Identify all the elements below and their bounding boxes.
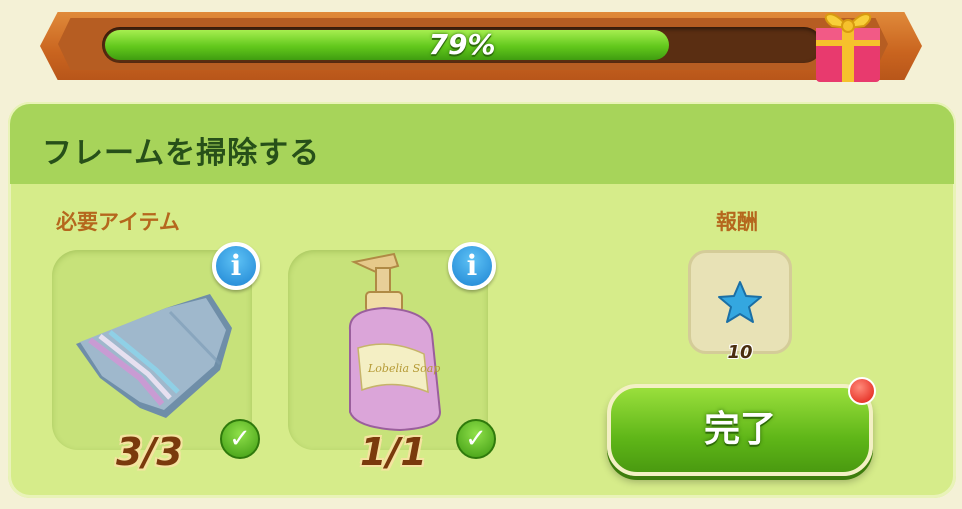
required-items-heading: 必要アイテム: [56, 210, 180, 234]
soap-bottle-icon: Lobelia Soap: [348, 252, 442, 432]
blue-star-icon: [718, 281, 762, 323]
reward-amount: 10: [727, 342, 753, 363]
complete-button[interactable]: 完了: [607, 384, 873, 476]
task-title: フレームを掃除する: [42, 136, 321, 171]
reward-heading: 報酬: [716, 210, 758, 234]
towel-icon: [76, 294, 232, 418]
soap-bottle-label-text: Lobelia Soap: [367, 362, 440, 375]
notification-dot: [848, 377, 876, 405]
progress-percent-label: 79%: [428, 28, 496, 61]
check-icon: ✓: [456, 419, 496, 459]
info-icon[interactable]: i: [212, 242, 260, 290]
check-icon: ✓: [220, 419, 260, 459]
item-count-soap: 1/1: [360, 430, 427, 474]
item-count-towel: 3/3: [116, 430, 183, 474]
gift-box-icon[interactable]: [808, 0, 888, 86]
info-icon[interactable]: i: [448, 242, 496, 290]
reward-card[interactable]: [688, 250, 792, 354]
